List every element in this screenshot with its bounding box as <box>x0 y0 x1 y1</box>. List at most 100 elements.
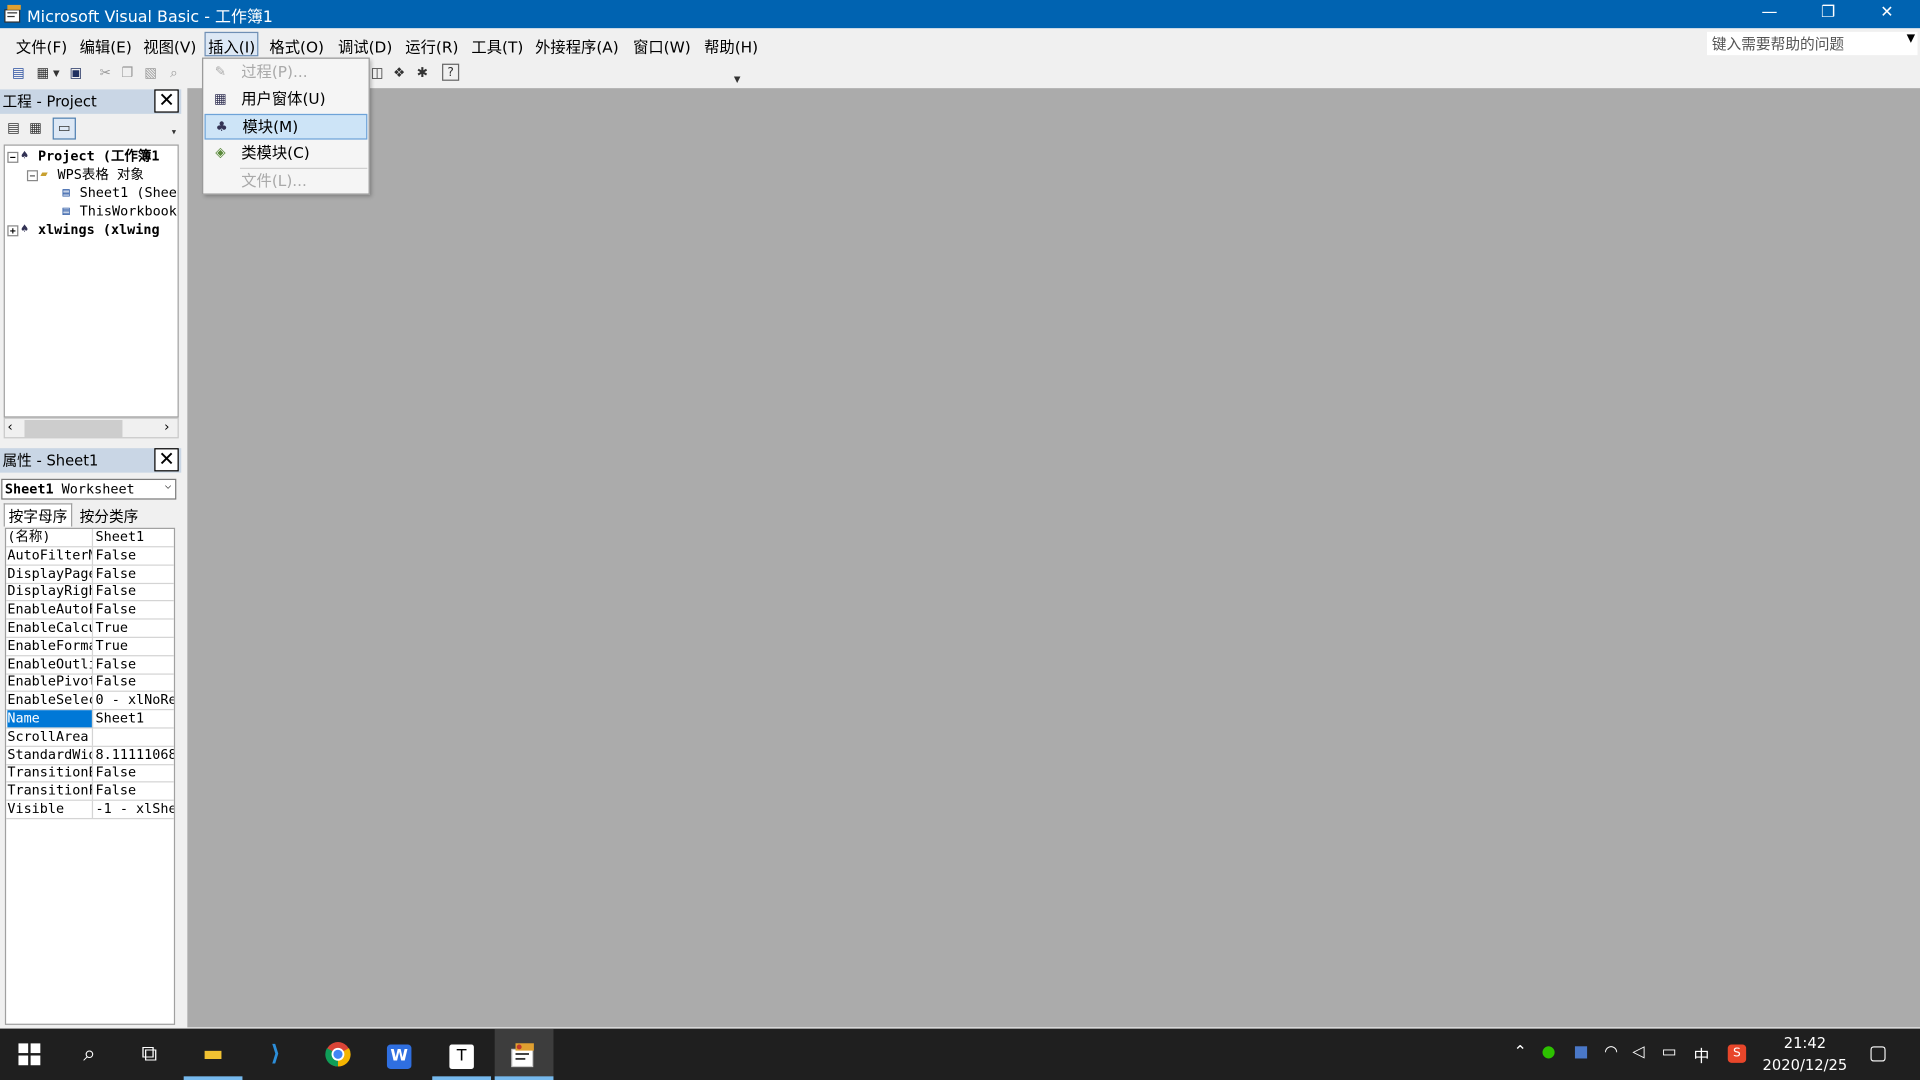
property-row[interactable]: ScrollArea <box>6 728 174 747</box>
battery-icon[interactable]: ▭ <box>1662 1043 1677 1061</box>
property-row[interactable]: TransitionExpEvalFalse <box>6 764 174 783</box>
typora-icon[interactable]: T <box>432 1029 492 1080</box>
property-row[interactable]: DisplayPageBreaksFalse <box>6 565 174 584</box>
property-value[interactable]: False <box>96 674 174 691</box>
scroll-left-icon[interactable]: ‹ <box>7 419 12 435</box>
property-row[interactable]: StandardWidth8.11111068 <box>6 746 174 765</box>
menu-file[interactable]: 文件(F) <box>13 34 69 57</box>
paste-icon[interactable]: ▧ <box>141 64 161 84</box>
view-code-icon[interactable]: ▤ <box>4 119 24 139</box>
property-value[interactable]: 0 - xlNoRestrictions <box>96 692 174 709</box>
minimize-button[interactable]: — <box>1741 0 1797 28</box>
code-workspace[interactable] <box>187 88 1920 1028</box>
property-row[interactable]: (名称) Sheet1 <box>6 528 174 548</box>
search-icon[interactable]: ⌕ <box>60 1029 119 1080</box>
sogou-input-icon[interactable]: S <box>1727 1044 1747 1063</box>
wifi-icon[interactable]: ◠ <box>1604 1043 1618 1061</box>
project-horizontal-scrollbar[interactable]: ‹ › <box>3 417 179 439</box>
close-project-pane-icon[interactable]: ✕ <box>154 89 179 113</box>
scrollbar-thumb[interactable] <box>24 420 123 438</box>
taskbar-clock[interactable]: 21:42 2020/12/25 <box>1758 1032 1851 1076</box>
save-icon[interactable]: ▣ <box>66 64 86 84</box>
property-value[interactable]: -1 - xlSheetVisible <box>96 801 174 818</box>
collapse-icon[interactable]: − <box>7 151 19 163</box>
tab-alphabetic[interactable]: 按字母序 <box>3 503 73 527</box>
property-value[interactable]: False <box>96 656 174 673</box>
help-question-box[interactable]: 键入需要帮助的问题 ▼ <box>1706 31 1918 56</box>
project-toolbar-more-icon[interactable]: ▾ <box>164 122 184 142</box>
file-explorer-icon[interactable]: ▬ <box>183 1029 243 1080</box>
property-value[interactable]: True <box>96 638 174 655</box>
tree-node-xlwings[interactable]: + ♠ xlwings (xlwing <box>7 220 160 238</box>
tray-app-icon[interactable]: ■ <box>1573 1043 1588 1061</box>
toggle-folders-icon[interactable]: ▭ <box>52 117 76 140</box>
wechat-icon[interactable]: ● <box>1542 1043 1556 1061</box>
menu-debug[interactable]: 调试(D) <box>336 34 395 57</box>
object-selector[interactable]: Sheet1 Worksheet ⌵ <box>1 478 177 500</box>
close-properties-pane-icon[interactable]: ✕ <box>154 448 179 472</box>
tree-node-wps-objects[interactable]: − ▰ WPS表格 对象 <box>26 165 144 183</box>
ime-indicator[interactable]: 中 <box>1693 1043 1709 1066</box>
insert-userform-item[interactable]: ▦ 用户窗体(U) <box>204 87 367 113</box>
insert-file-item[interactable]: 文件(L)... <box>204 169 367 195</box>
project-explorer-icon[interactable]: ❖ <box>389 64 409 84</box>
view-excel-icon[interactable]: ▤ <box>9 64 29 84</box>
collapse-icon[interactable]: − <box>26 169 38 181</box>
property-row[interactable]: Name Sheet1 <box>6 710 174 729</box>
property-row[interactable]: Visible-1 - xlSheetVisible <box>6 800 174 820</box>
cut-icon[interactable]: ✂ <box>96 64 116 84</box>
vba-editor-taskbar-icon[interactable] <box>494 1028 554 1080</box>
menu-view[interactable]: 视图(V) <box>141 34 199 57</box>
close-button[interactable]: ✕ <box>1859 0 1915 28</box>
expand-icon[interactable]: + <box>7 224 19 236</box>
chrome-icon[interactable] <box>309 1029 368 1080</box>
toolbar-options-icon[interactable]: ▼ <box>727 70 747 90</box>
show-hidden-icons-icon[interactable]: ⌃ <box>1513 1043 1526 1061</box>
menu-window[interactable]: 窗口(W) <box>631 34 694 57</box>
notification-center-icon[interactable]: ▢ <box>1869 1041 1888 1064</box>
property-row[interactable]: EnablePivotTableFalse <box>6 673 174 693</box>
property-row[interactable]: EnableAutoFilterFalse <box>6 601 174 620</box>
insert-class-module-item[interactable]: ◈ 类模块(C) <box>204 141 367 167</box>
menu-edit[interactable]: 编辑(E) <box>77 34 134 57</box>
property-row[interactable]: DisplayRightToLeftFalse <box>6 583 174 602</box>
property-value[interactable]: 8.11111068 <box>96 746 174 763</box>
property-row[interactable]: EnableSelection0 - xlNoRestrictions <box>6 692 174 711</box>
property-value[interactable]: False <box>96 783 174 800</box>
find-icon[interactable]: ⌕ <box>164 64 184 84</box>
property-row[interactable]: EnableFormatConditionsCalculationTrue <box>6 637 174 657</box>
vscode-icon[interactable]: ⟩ <box>246 1029 305 1080</box>
task-view-icon[interactable]: ⧉ <box>120 1029 179 1080</box>
properties-icon[interactable]: ✱ <box>413 64 433 84</box>
property-value[interactable]: Sheet1 <box>96 710 174 727</box>
property-value[interactable]: False <box>96 565 174 582</box>
menu-tools[interactable]: 工具(T) <box>469 34 526 57</box>
menu-format[interactable]: 格式(O) <box>267 34 327 57</box>
menu-addins[interactable]: 外接程序(A) <box>533 34 622 57</box>
property-row[interactable]: AutoFilterModeFalse <box>6 547 174 566</box>
property-row[interactable]: TransitionFormEntryFalse <box>6 782 174 802</box>
insert-procedure-item[interactable]: ✎ 过程(P)... <box>204 60 367 86</box>
view-object-icon[interactable]: ▦ <box>26 119 46 139</box>
property-row[interactable]: EnableCalculationTrue <box>6 619 174 638</box>
property-value[interactable]: False <box>96 601 174 618</box>
insert-module-item[interactable]: ♣ 模块(M) <box>204 113 368 140</box>
design-mode-icon[interactable]: ◫ <box>367 64 387 84</box>
restore-button[interactable]: ❐ <box>1800 0 1856 28</box>
menu-insert[interactable]: 插入(I) <box>204 31 259 57</box>
insert-dropdown-icon[interactable]: ▼ <box>50 64 62 84</box>
help-icon[interactable]: ? <box>442 63 460 81</box>
property-value[interactable] <box>96 728 174 745</box>
tree-node-thisworkbook[interactable]: ▤ ThisWorkbook <box>62 202 176 220</box>
property-value[interactable]: False <box>96 765 174 782</box>
start-button[interactable] <box>0 1029 59 1080</box>
scroll-right-icon[interactable]: › <box>164 419 169 435</box>
menu-run[interactable]: 运行(R) <box>403 34 461 57</box>
property-value[interactable]: False <box>96 547 174 564</box>
property-value[interactable]: Sheet1 <box>96 529 174 546</box>
help-dropdown-arrow-icon[interactable]: ▼ <box>1907 33 1915 45</box>
tab-categorized[interactable]: 按分类序 <box>76 506 145 527</box>
chevron-down-icon[interactable]: ⌵ <box>165 480 172 492</box>
tree-node-project[interactable]: − ♠ Project (工作簿1 <box>7 147 159 165</box>
tree-node-sheet1[interactable]: ▤ Sheet1 (Shee <box>62 184 176 202</box>
